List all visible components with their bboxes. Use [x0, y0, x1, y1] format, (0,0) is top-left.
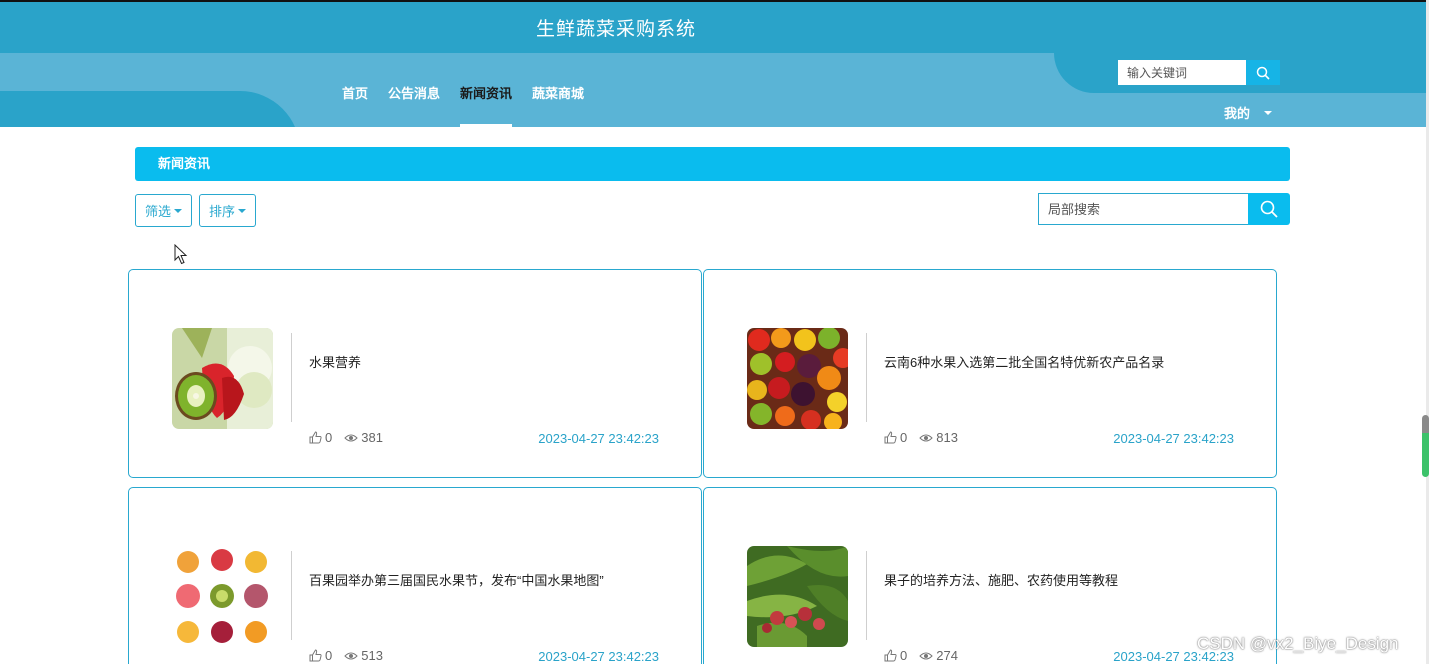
- header-search-button[interactable]: [1246, 60, 1280, 85]
- news-card[interactable]: 百果园举办第三届国民水果节，发布“中国水果地图” 0 513 2023-04-2…: [128, 487, 702, 664]
- thumbs-up-icon[interactable]: [884, 431, 897, 444]
- site-title: 生鲜蔬菜采购系统: [535, 19, 696, 40]
- site-header: 生鲜蔬菜采购系统 首页 公告消息 新闻资讯 蔬菜商城 我的: [0, 0, 1426, 127]
- thumbs-up-icon[interactable]: [309, 649, 322, 662]
- view-count: 274: [936, 648, 958, 663]
- local-search: [1038, 193, 1290, 225]
- top-strip: [0, 0, 1426, 2]
- eye-icon: [344, 651, 358, 661]
- like-count: 0: [325, 430, 333, 445]
- eye-icon: [344, 433, 358, 443]
- view-count: 513: [361, 648, 383, 663]
- like-count: 0: [900, 648, 908, 663]
- news-meta: 0 274: [884, 648, 970, 663]
- news-thumbnail: [172, 328, 273, 429]
- search-icon: [1256, 66, 1270, 80]
- section-title-bar: 新闻资讯: [135, 147, 1290, 181]
- like-count: 0: [900, 430, 908, 445]
- card-divider: [291, 551, 292, 640]
- news-title[interactable]: 果子的培养方法、施肥、农药使用等教程: [884, 570, 1118, 589]
- view-count: 813: [936, 430, 958, 445]
- news-card[interactable]: 云南6种水果入选第二批全国名特优新农产品名录 0 813 2023-04-27 …: [703, 269, 1277, 478]
- chevron-down-icon: [174, 208, 183, 213]
- filter-label: 筛选: [145, 204, 172, 219]
- news-title[interactable]: 百果园举办第三届国民水果节，发布“中国水果地图”: [309, 570, 604, 589]
- mouse-cursor-icon: [174, 244, 188, 265]
- news-card[interactable]: 果子的培养方法、施肥、农药使用等教程 0 274 2023-04-27 23:4…: [703, 487, 1277, 664]
- local-search-input[interactable]: [1038, 193, 1248, 225]
- news-title[interactable]: 水果营养: [309, 352, 361, 371]
- nav-notices[interactable]: 公告消息: [388, 83, 440, 127]
- section-title: 新闻资讯: [158, 156, 211, 171]
- user-menu-label: 我的: [1224, 106, 1251, 121]
- news-date: 2023-04-27 23:42:23: [538, 649, 659, 664]
- chevron-down-icon: [1264, 110, 1273, 115]
- header-search-input[interactable]: [1118, 60, 1246, 85]
- user-menu[interactable]: 我的: [1224, 103, 1273, 122]
- news-date: 2023-04-27 23:42:23: [1113, 431, 1234, 446]
- thumbs-up-icon[interactable]: [309, 431, 322, 444]
- page-scrollbar-thumb[interactable]: [1422, 415, 1429, 477]
- nav-shop[interactable]: 蔬菜商城: [532, 83, 584, 127]
- news-title[interactable]: 云南6种水果入选第二批全国名特优新农产品名录: [884, 352, 1164, 371]
- local-search-button[interactable]: [1248, 193, 1290, 225]
- news-date: 2023-04-27 23:42:23: [538, 431, 659, 446]
- eye-icon: [919, 651, 933, 661]
- card-divider: [866, 333, 867, 422]
- filter-button[interactable]: 筛选: [135, 194, 193, 227]
- chevron-down-icon: [238, 208, 247, 213]
- news-thumbnail: [172, 546, 273, 647]
- news-meta: 0 813: [884, 430, 970, 445]
- thumbs-up-icon[interactable]: [884, 649, 897, 662]
- news-thumbnail: [747, 328, 848, 429]
- main-nav: 首页 公告消息 新闻资讯 蔬菜商城: [342, 83, 604, 127]
- header-curve-left: [0, 91, 300, 127]
- news-thumbnail: [747, 546, 848, 647]
- sort-button[interactable]: 排序: [199, 194, 257, 227]
- card-divider: [866, 551, 867, 640]
- search-icon: [1260, 200, 1278, 218]
- nav-home[interactable]: 首页: [342, 83, 368, 127]
- sort-label: 排序: [209, 204, 236, 219]
- like-count: 0: [325, 648, 333, 663]
- eye-icon: [919, 433, 933, 443]
- news-meta: 0 381: [309, 430, 395, 445]
- view-count: 381: [361, 430, 383, 445]
- nav-news[interactable]: 新闻资讯: [460, 83, 513, 127]
- news-meta: 0 513: [309, 648, 395, 663]
- card-divider: [291, 333, 292, 422]
- watermark: CSDN @vx2_Biye_Design: [1197, 634, 1399, 653]
- news-card[interactable]: 水果营养 0 381 2023-04-27 23:42:23: [128, 269, 702, 478]
- header-search: [1118, 60, 1280, 85]
